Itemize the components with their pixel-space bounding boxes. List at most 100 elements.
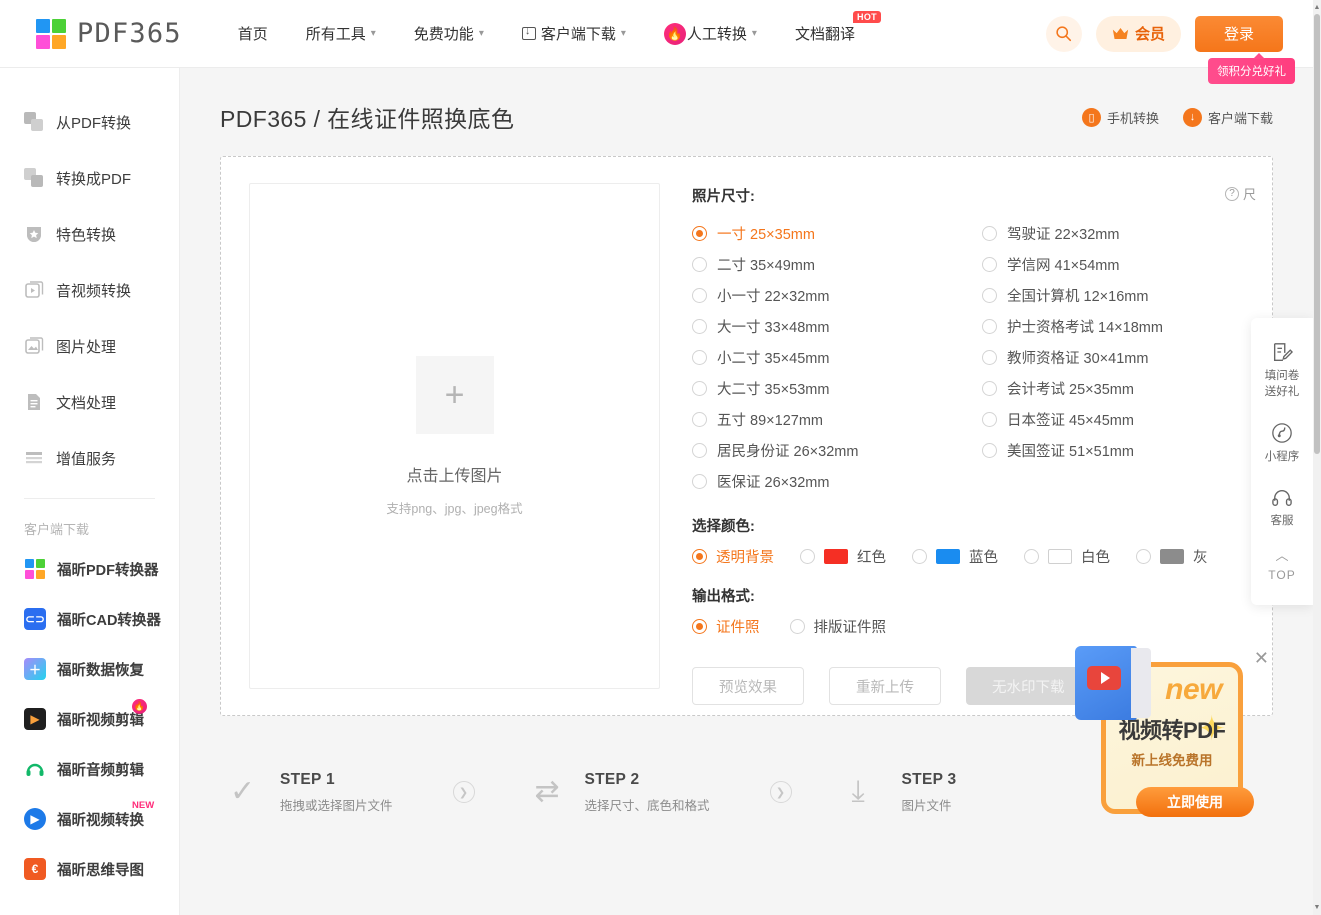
size-label: 大一寸 33×48mm — [717, 320, 830, 336]
step-1: ✓ STEP 1 拖拽或选择图片文件 — [230, 771, 393, 814]
scroll-up-arrow[interactable]: ▲ — [1313, 4, 1321, 11]
close-icon[interactable]: ✕ — [1254, 648, 1269, 669]
sidebar-item-label: 特色转换 — [56, 226, 117, 244]
sidebar-item-from-pdf[interactable]: 从PDF转换 — [0, 94, 179, 150]
color-option-transparent[interactable]: 透明背景 — [692, 546, 774, 567]
color-option-red[interactable]: 红色 — [800, 546, 886, 567]
size-option[interactable]: 学信网 41×54mm — [982, 249, 1272, 280]
client-item-audio-edit[interactable]: 福昕音频剪辑 — [0, 744, 179, 794]
color-option-blue[interactable]: 蓝色 — [912, 546, 998, 567]
color-option-white[interactable]: 白色 — [1024, 546, 1110, 567]
color-swatch — [936, 549, 960, 564]
size-option[interactable]: 护士资格考试 14×18mm — [982, 311, 1272, 342]
size-label: 小一寸 22×32mm — [717, 289, 830, 305]
client-item-data-recovery[interactable]: ＋ 福昕数据恢复 — [0, 644, 179, 694]
nav-item-client-download[interactable]: 客户端下载 ▾ — [521, 23, 626, 44]
search-button[interactable] — [1045, 15, 1082, 52]
size-option[interactable]: 会计考试 25×35mm — [982, 373, 1272, 404]
pdf-from-icon — [24, 112, 44, 132]
size-option[interactable]: 居民身份证 26×32mm — [692, 435, 982, 466]
scrollbar-thumb[interactable] — [1314, 14, 1320, 454]
size-option[interactable]: 小一寸 22×32mm — [692, 280, 982, 311]
sidebar-item-value-added[interactable]: 增值服务 — [0, 430, 179, 486]
color-label: 蓝色 — [969, 550, 998, 566]
nav-item-manual-convert[interactable]: 🔥 人工转换 ▾ — [663, 22, 757, 45]
page-title: PDF365 / 在线证件照换底色 — [220, 106, 515, 132]
format-option-layout-photo[interactable]: 排版证件照 — [789, 616, 886, 637]
client-item-pdf-converter[interactable]: 福昕PDF转换器 — [0, 544, 179, 594]
image-icon — [24, 336, 44, 356]
size-option[interactable]: 小二寸 35×45mm — [692, 342, 982, 373]
color-label: 红色 — [857, 550, 886, 566]
sidebar-item-to-pdf[interactable]: 转换成PDF — [0, 150, 179, 206]
size-option[interactable]: 大二寸 35×53mm — [692, 373, 982, 404]
check-icon: ✓ — [230, 775, 256, 808]
radio-icon — [982, 319, 997, 334]
nav-item-all-tools[interactable]: 所有工具 ▾ — [306, 23, 376, 44]
radio-icon — [982, 257, 997, 272]
client-item-cad-converter[interactable]: ⊂⊃ 福昕CAD转换器 — [0, 594, 179, 644]
size-option[interactable]: 日本签证 45×45mm — [982, 404, 1272, 435]
size-options: 一寸 25×35mm 二寸 35×49mm 小一寸 22×32mm 大一寸 33… — [692, 218, 1272, 497]
radio-icon — [982, 412, 997, 427]
nav-item-home[interactable]: 首页 — [238, 23, 268, 44]
upload-dropzone[interactable]: + 点击上传图片 支持png、jpg、jpeg格式 — [249, 183, 660, 689]
scroll-down-arrow[interactable]: ▼ — [1313, 904, 1321, 911]
sidebar-item-doc-process[interactable]: 文档处理 — [0, 374, 179, 430]
size-option[interactable]: 教师资格证 30×41mm — [982, 342, 1272, 373]
mobile-convert-button[interactable]: ▯ 手机转换 — [1081, 107, 1159, 127]
radio-icon — [692, 350, 707, 365]
format-option-id-photo[interactable]: 证件照 — [692, 616, 760, 637]
color-label: 灰 — [1193, 550, 1208, 566]
format-label: 证件照 — [716, 620, 760, 636]
nav-item-doc-translate[interactable]: 文档翻译 HOT — [795, 11, 881, 44]
size-option[interactable]: 一寸 25×35mm — [692, 218, 982, 249]
download-nowatermark-button[interactable]: 无水印下载 — [966, 667, 1091, 705]
page-scrollbar[interactable] — [1313, 0, 1321, 915]
support-button[interactable]: 客服 — [1251, 479, 1313, 543]
format-section-label: 输出格式: — [692, 589, 755, 605]
client-item-label: 福昕数据恢复 — [57, 662, 144, 679]
search-icon — [1056, 26, 1072, 42]
size-label: 居民身份证 26×32mm — [717, 444, 859, 460]
vip-button[interactable]: 会员 — [1095, 15, 1181, 52]
sidebar-item-label: 从PDF转换 — [56, 114, 132, 132]
size-option[interactable]: 二寸 35×49mm — [692, 249, 982, 280]
login-button[interactable]: 登录 — [1195, 15, 1283, 52]
sidebar-item-media-convert[interactable]: 音视频转换 — [0, 262, 179, 318]
client-item-video-convert[interactable]: ▶ 福昕视频转换 NEW — [0, 794, 179, 844]
action-label: 手机转换 — [1106, 110, 1159, 126]
promo-cta-button[interactable]: 立即使用 — [1136, 787, 1254, 817]
reupload-button[interactable]: 重新上传 — [829, 667, 941, 705]
size-option[interactable]: 美国签证 51×51mm — [982, 435, 1272, 466]
client-download-button[interactable]: ↓ 客户端下载 — [1182, 107, 1273, 127]
nav-item-free-features[interactable]: 免费功能 ▾ — [414, 23, 484, 44]
size-option[interactable]: 驾驶证 22×32mm — [982, 218, 1272, 249]
float-item-label: 填问卷 送好礼 — [1264, 370, 1300, 398]
client-item-mindmap[interactable]: € 福昕思维导图 — [0, 844, 179, 894]
size-help-link[interactable]: ? 尺 — [1224, 184, 1256, 203]
size-option[interactable]: 全国计算机 12×16mm — [982, 280, 1272, 311]
preview-button[interactable]: 预览效果 — [692, 667, 804, 705]
hot-badge: HOT — [853, 11, 881, 23]
media-icon — [24, 280, 44, 300]
survey-button[interactable]: 填问卷 送好礼 — [1251, 332, 1313, 413]
sidebar-item-featured[interactable]: 特色转换 — [0, 206, 179, 262]
sidebar-item-label: 音视频转换 — [56, 282, 132, 300]
size-option[interactable]: 五寸 89×127mm — [692, 404, 982, 435]
radio-icon — [912, 549, 927, 564]
color-option-gray[interactable]: 灰 — [1136, 546, 1208, 567]
miniprogram-button[interactable]: 小程序 — [1251, 413, 1313, 479]
size-label: 大二寸 35×53mm — [717, 382, 830, 398]
client-item-label: 福昕思维导图 — [57, 862, 144, 879]
size-label: 驾驶证 22×32mm — [1007, 227, 1120, 243]
size-option[interactable]: 医保证 26×32mm — [692, 466, 982, 497]
client-item-video-edit[interactable]: ▶ 福昕视频剪辑 🔥 — [0, 694, 179, 744]
logo[interactable]: PDF365 — [36, 18, 182, 49]
back-to-top-button[interactable]: ︿ TOP — [1251, 542, 1313, 597]
sidebar-item-image-process[interactable]: 图片处理 — [0, 318, 179, 374]
radio-icon — [800, 549, 815, 564]
radio-icon — [1024, 549, 1039, 564]
size-option[interactable]: 大一寸 33×48mm — [692, 311, 982, 342]
color-section-label: 选择颜色: — [692, 519, 755, 535]
